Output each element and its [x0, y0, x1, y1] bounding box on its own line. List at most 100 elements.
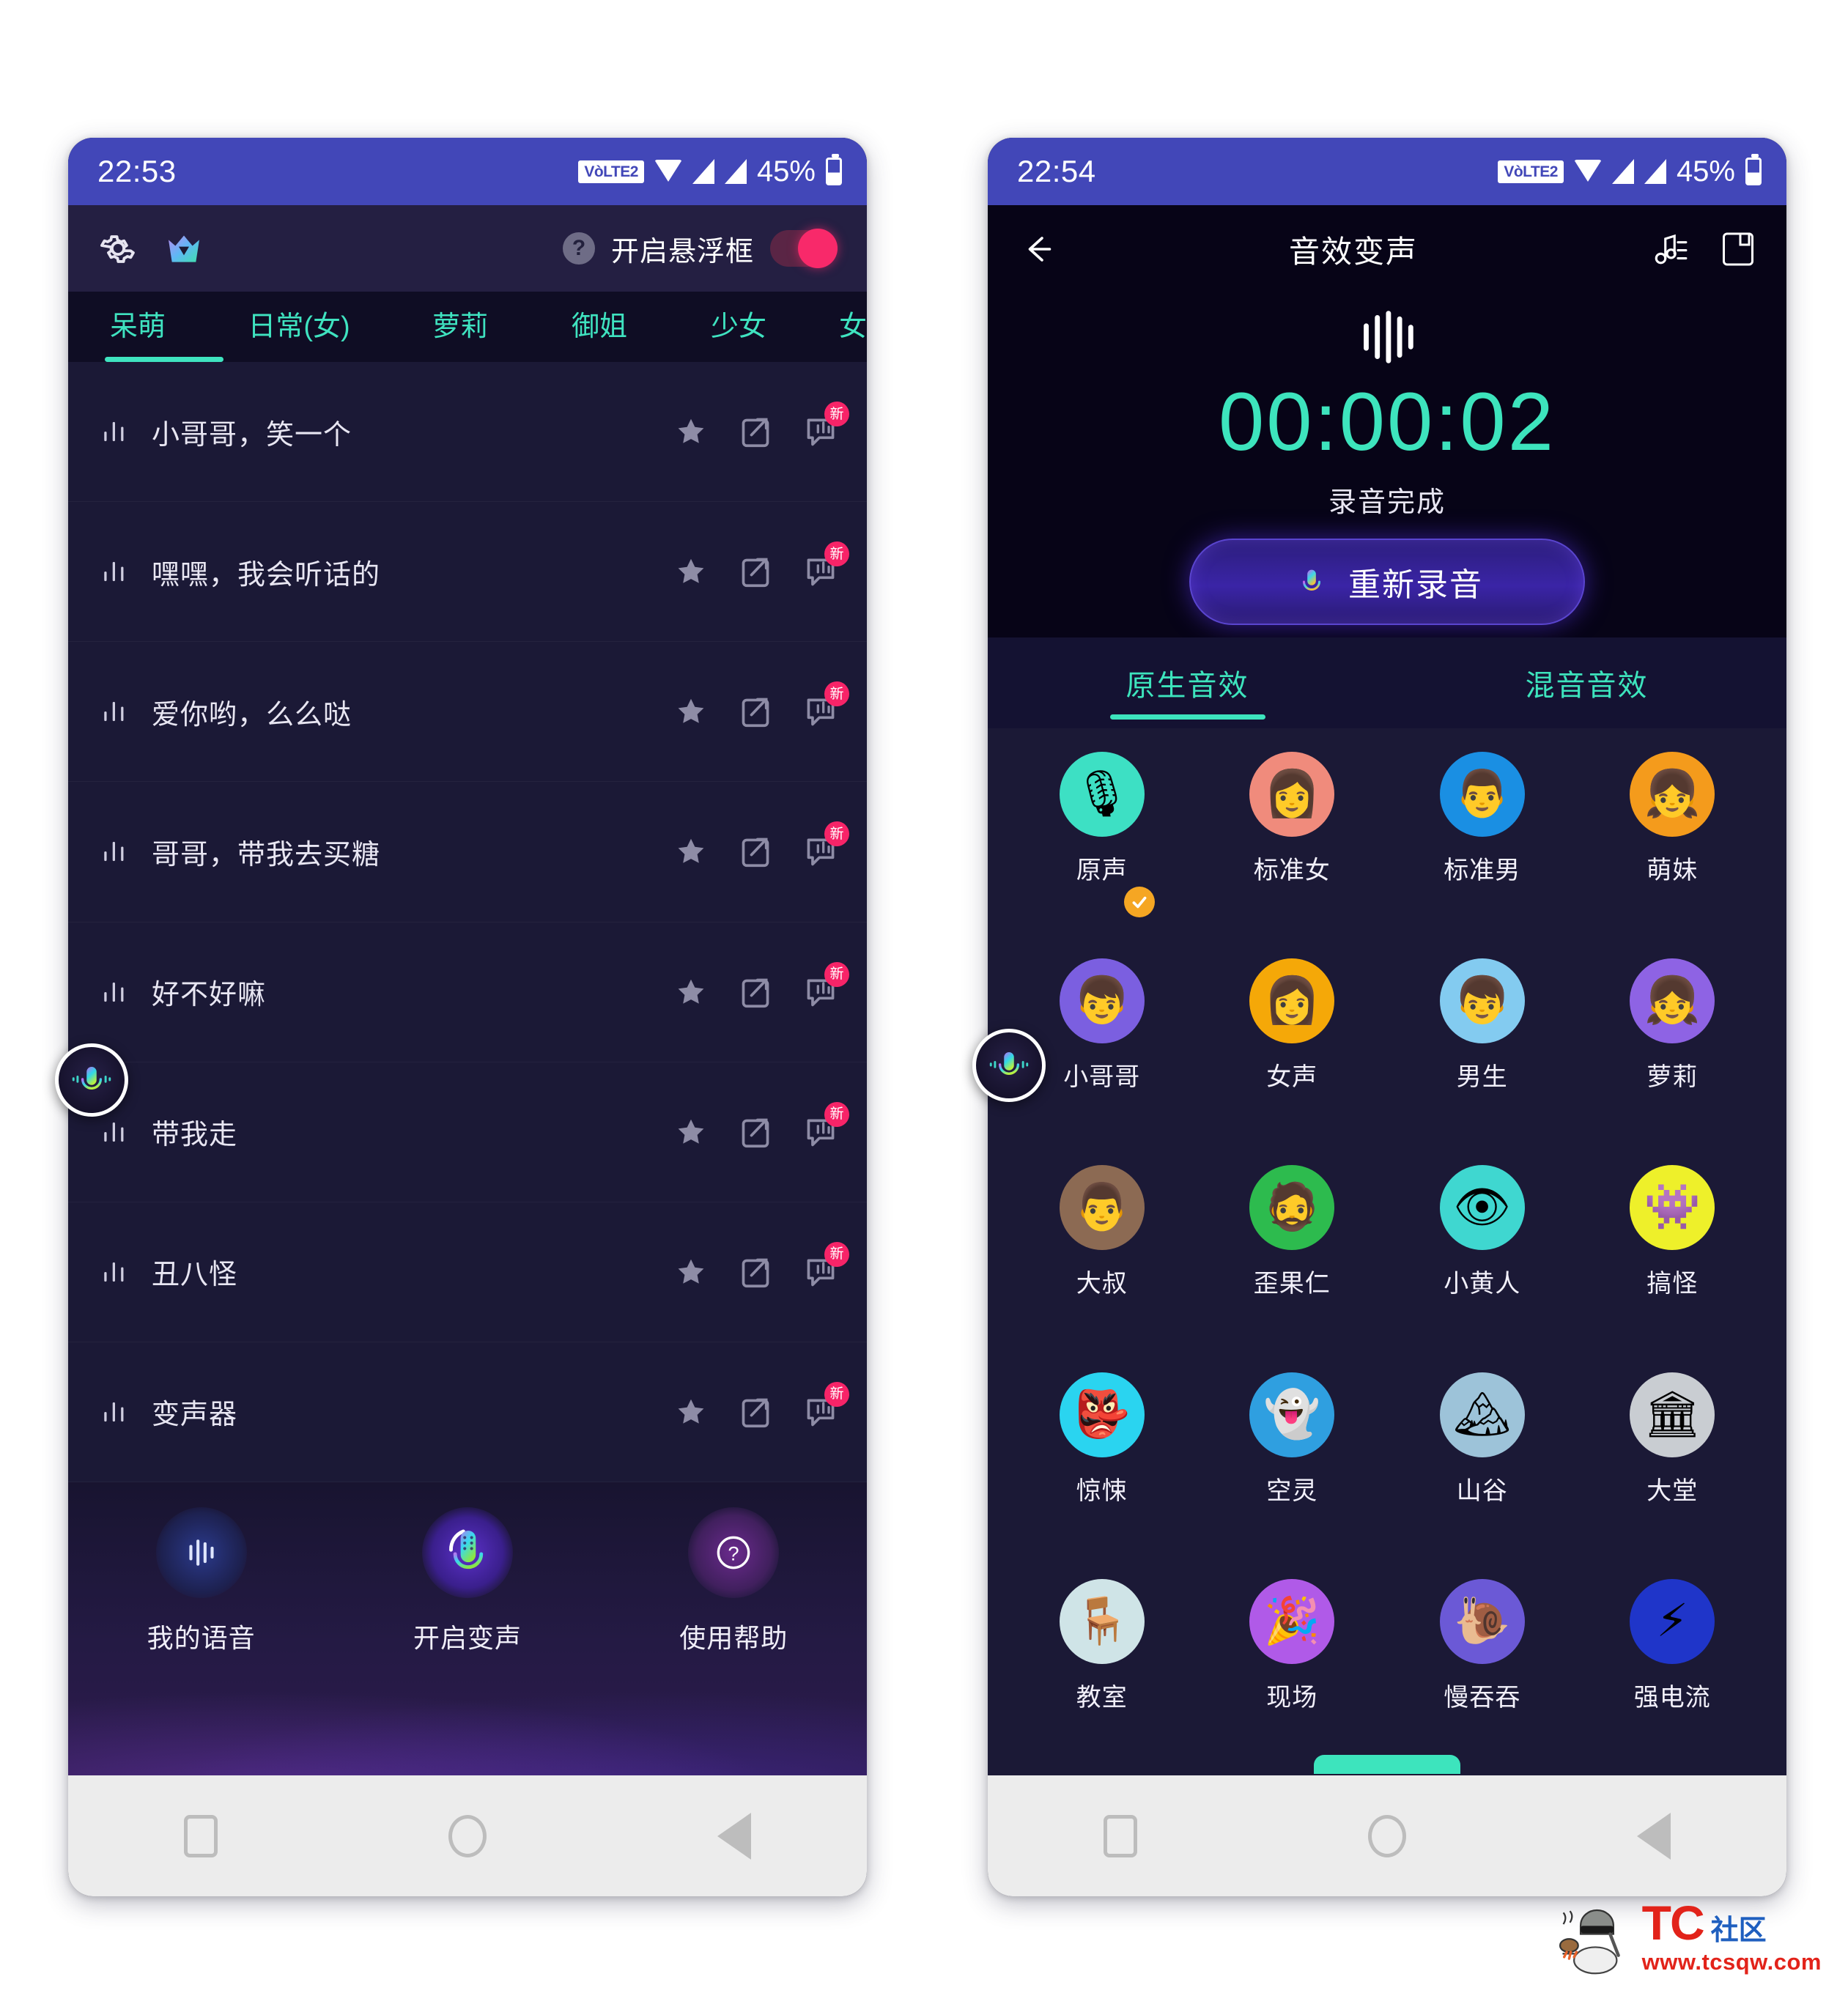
- category-tab-2[interactable]: 萝莉: [391, 303, 530, 344]
- share-icon[interactable]: [739, 1255, 772, 1289]
- comment-bubble-wrap[interactable]: 新: [804, 1241, 849, 1289]
- floating-mic-bubble[interactable]: [972, 1029, 1046, 1102]
- effect-cell[interactable]: ⚡ 强电流: [1578, 1569, 1768, 1775]
- star-icon[interactable]: [675, 1396, 707, 1428]
- effect-tab-1[interactable]: 混音音效: [1387, 637, 1786, 728]
- bottom-action-pill[interactable]: [1314, 1755, 1460, 1774]
- category-tab-3[interactable]: 御姐: [530, 303, 669, 344]
- star-icon[interactable]: [675, 555, 707, 588]
- effect-tab-0[interactable]: 原生音效: [988, 637, 1387, 728]
- star-icon[interactable]: [675, 415, 707, 448]
- effect-cell[interactable]: 🐌 慢吞吞: [1387, 1569, 1578, 1775]
- effect-avatar: 👩: [1249, 752, 1335, 837]
- category-tab-label: 日常(女): [248, 311, 350, 342]
- category-tab-5[interactable]: 女友: [808, 303, 867, 344]
- comment-bubble-wrap[interactable]: 新: [804, 1381, 849, 1429]
- watermark-brand: TC: [1641, 1896, 1705, 1950]
- comment-bubble-wrap[interactable]: 新: [804, 681, 849, 728]
- new-badge: 新: [824, 821, 849, 847]
- share-icon[interactable]: [739, 415, 772, 448]
- comment-bubble-wrap[interactable]: 新: [804, 1101, 849, 1149]
- left-topbar: ? 开启悬浮框: [68, 205, 867, 292]
- star-icon[interactable]: [675, 695, 707, 728]
- effect-label: 标准女: [1253, 857, 1331, 884]
- effect-cell[interactable]: 👩 女声: [1197, 948, 1388, 1155]
- phone-right: 22:54 VòLTE2 45% 音效变声 00:00:02 录音完成 重新录音…: [988, 138, 1786, 1896]
- effect-label: 山谷: [1456, 1476, 1508, 1505]
- effect-cell[interactable]: 👦 男生: [1387, 948, 1578, 1155]
- effect-cell[interactable]: 👺 惊悚: [1007, 1362, 1197, 1569]
- crown-logo-icon[interactable]: [163, 228, 204, 269]
- nav-label: 开启变声: [413, 1623, 522, 1653]
- voice-list-row[interactable]: 带我走 新: [68, 1062, 867, 1202]
- voice-list-row[interactable]: 变声器 新: [68, 1342, 867, 1482]
- comment-bubble-wrap[interactable]: 新: [804, 402, 849, 448]
- voice-list-row[interactable]: 嘿嘿，我会听话的 新: [68, 502, 867, 643]
- voice-list-row[interactable]: 爱你哟，么么哒 新: [68, 642, 867, 783]
- help-circle: ?: [688, 1507, 780, 1598]
- home-circle-icon[interactable]: [1367, 1814, 1406, 1857]
- effect-cell[interactable]: 🏔 山谷: [1387, 1362, 1578, 1569]
- voice-list-row[interactable]: 小哥哥，笑一个 新: [68, 362, 867, 503]
- share-icon[interactable]: [739, 695, 772, 728]
- effect-cell[interactable]: 👁 小黄人: [1387, 1155, 1578, 1361]
- page-title: 音效变声: [1288, 234, 1418, 269]
- effect-cell[interactable]: 👨 大叔: [1007, 1155, 1197, 1361]
- question-mark-icon[interactable]: ?: [562, 232, 595, 265]
- effect-cell[interactable]: 👧 萝莉: [1578, 948, 1768, 1155]
- star-icon[interactable]: [675, 1116, 707, 1148]
- voice-list-row[interactable]: 丑八怪 新: [68, 1202, 867, 1342]
- back-triangle-icon[interactable]: [1637, 1812, 1671, 1860]
- music-note-icon[interactable]: [1650, 231, 1690, 267]
- effect-cell[interactable]: 🏛 大堂: [1578, 1362, 1768, 1569]
- effect-cell[interactable]: 👻 空灵: [1197, 1362, 1388, 1569]
- category-tab-4[interactable]: 少女: [669, 303, 808, 344]
- nav-item-my-voice[interactable]: 我的语音: [92, 1507, 311, 1655]
- category-tab-0[interactable]: 呆萌: [68, 303, 207, 344]
- share-icon[interactable]: [739, 1395, 772, 1429]
- nav-item-start-changer[interactable]: 开启变声: [358, 1507, 577, 1655]
- new-badge: 新: [824, 541, 849, 567]
- effect-cell[interactable]: 🎙 原声: [1007, 742, 1197, 948]
- floating-mic-bubble[interactable]: [55, 1043, 128, 1117]
- voice-list-row[interactable]: 好不好嘛 新: [68, 922, 867, 1062]
- battery-icon: [1745, 154, 1762, 185]
- right-appbar-icons: [1650, 229, 1756, 269]
- star-icon[interactable]: [675, 976, 707, 1008]
- effect-cell[interactable]: 👨 标准男: [1387, 742, 1578, 948]
- microphone-icon: [72, 1067, 111, 1095]
- effect-cell[interactable]: 🧔 歪果仁: [1197, 1155, 1388, 1361]
- comment-bubble-wrap[interactable]: 新: [804, 961, 849, 1009]
- effect-avatar: 👧: [1630, 958, 1715, 1044]
- effect-cell[interactable]: 👾 搞怪: [1578, 1155, 1768, 1361]
- new-badge: 新: [824, 1101, 849, 1127]
- effect-cell[interactable]: 👧 萌妹: [1578, 742, 1768, 948]
- recents-square-icon[interactable]: [1103, 1814, 1137, 1857]
- save-icon[interactable]: [1721, 229, 1756, 269]
- gear-icon[interactable]: [97, 228, 138, 269]
- comment-bubble-wrap[interactable]: 新: [804, 541, 849, 588]
- voice-list-row[interactable]: 哥哥，带我去买糖 新: [68, 782, 867, 922]
- nav-item-help[interactable]: ? 使用帮助: [624, 1507, 843, 1655]
- star-icon[interactable]: [675, 1256, 707, 1288]
- share-icon[interactable]: [739, 555, 772, 588]
- status-bar-right: 22:54 VòLTE2 45%: [988, 138, 1786, 205]
- watermark-text: TC 社区 www.tcsqw.com: [1641, 1896, 1822, 1975]
- home-circle-icon[interactable]: [448, 1814, 487, 1857]
- effect-cell[interactable]: 🎉 现场: [1197, 1569, 1388, 1775]
- star-icon[interactable]: [675, 835, 707, 868]
- share-icon[interactable]: [739, 975, 772, 1009]
- new-badge: 新: [824, 961, 849, 987]
- category-tab-1[interactable]: 日常(女): [207, 303, 391, 344]
- effect-label: 现场: [1266, 1683, 1318, 1712]
- share-icon[interactable]: [739, 1115, 772, 1149]
- share-icon[interactable]: [739, 835, 772, 868]
- back-arrow-icon[interactable]: [1019, 232, 1057, 267]
- effect-cell[interactable]: 🪑 教室: [1007, 1569, 1197, 1775]
- effect-cell[interactable]: 👩 标准女: [1197, 742, 1388, 948]
- comment-bubble-wrap[interactable]: 新: [804, 821, 849, 868]
- recents-square-icon[interactable]: [183, 1814, 218, 1857]
- floating-window-toggle[interactable]: [770, 229, 838, 268]
- back-triangle-icon[interactable]: [717, 1812, 752, 1860]
- re-record-button[interactable]: 重新录音: [1189, 539, 1585, 625]
